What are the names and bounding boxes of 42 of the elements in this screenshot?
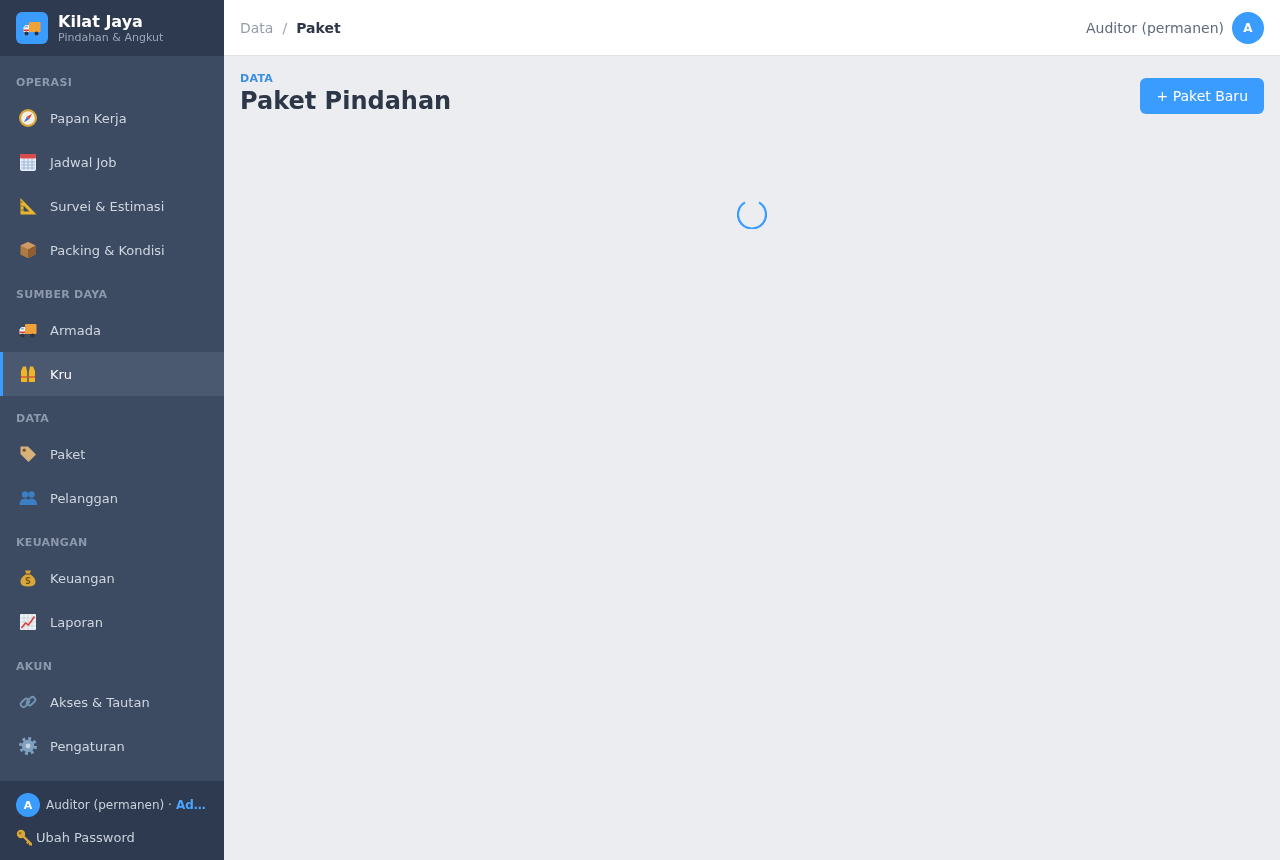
user-role: Ad… xyxy=(175,798,206,812)
user-avatar: A xyxy=(1232,11,1264,44)
sidebar-item[interactable]: Paket xyxy=(0,432,224,476)
breadcrumb-separator: / xyxy=(282,19,288,36)
section-label: KEUANGAN xyxy=(16,536,88,550)
breadcrumb-current: Paket xyxy=(296,19,341,36)
page-title: Paket Pindahan xyxy=(240,86,452,116)
section-label: DATA xyxy=(16,412,50,426)
page-eyebrow: DATA xyxy=(240,72,274,86)
tag-icon xyxy=(19,445,37,463)
brand-tagline: Pindahan & Angkut xyxy=(58,30,164,45)
key-icon xyxy=(16,829,32,846)
truck-logo-icon xyxy=(16,12,48,44)
compass-icon xyxy=(19,109,37,127)
section-label: AKUN xyxy=(16,660,53,674)
sidebar-item[interactable]: Akses & Tautan xyxy=(0,680,224,724)
section-label: OPERASI xyxy=(16,76,73,90)
box-icon xyxy=(19,241,37,259)
sidebar-item[interactable]: Pelanggan xyxy=(0,476,224,520)
link-icon xyxy=(19,693,37,711)
people-icon xyxy=(19,489,37,507)
calendar-icon xyxy=(19,153,37,171)
user-name: Auditor (permanen) · xyxy=(46,798,172,812)
user-name: Auditor (permanen) xyxy=(1086,19,1224,36)
user-avatar: A xyxy=(16,793,40,817)
sidebar-item[interactable]: Packing & Kondisi xyxy=(0,228,224,272)
change-password-link[interactable]: Ubah Password xyxy=(16,829,135,846)
sidebar-item[interactable]: Pengaturan xyxy=(0,724,224,768)
sidebar-item[interactable]: Laporan xyxy=(0,600,224,644)
sidebar-item[interactable]: Survei & Estimasi xyxy=(0,184,224,228)
sidebar-item[interactable]: Keuangan xyxy=(0,556,224,600)
sidebar-item[interactable]: Papan Kerja xyxy=(0,96,224,140)
vest-icon xyxy=(19,365,37,383)
section-label: SUMBER DAYA xyxy=(16,288,108,302)
sidebar-item[interactable]: Jadwal Job xyxy=(0,140,224,184)
line-chart-icon xyxy=(19,613,37,631)
brand-name: Kilat Jaya xyxy=(58,11,143,31)
truck-icon xyxy=(19,321,37,339)
gear-icon xyxy=(19,737,37,755)
money-bag-icon xyxy=(19,569,37,587)
sidebar-item[interactable]: Armada xyxy=(0,308,224,352)
sidebar-item[interactable]: Kru xyxy=(0,352,224,396)
